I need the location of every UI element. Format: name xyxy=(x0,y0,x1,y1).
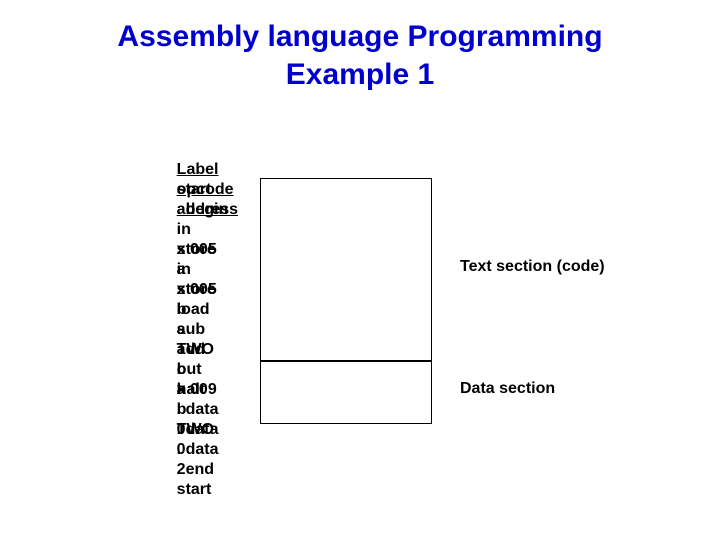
title-line-2: Example 1 xyxy=(286,58,434,91)
data-section-box xyxy=(260,360,432,424)
code-section-label: Text section (code) xyxy=(460,258,605,276)
title-line-1: Assembly language Programming xyxy=(117,20,602,53)
data-section-label: Data section xyxy=(460,380,555,398)
header-row: Label opcode address xyxy=(150,140,297,160)
header-label: Label xyxy=(177,160,297,180)
code-section-box xyxy=(260,178,432,362)
cell-opcode: . end xyxy=(177,460,257,480)
slide: Assembly language Programming Example 1 … xyxy=(0,0,720,540)
cell-address: start xyxy=(177,480,257,500)
slide-title: Assembly language Programming Example 1 xyxy=(0,18,720,93)
